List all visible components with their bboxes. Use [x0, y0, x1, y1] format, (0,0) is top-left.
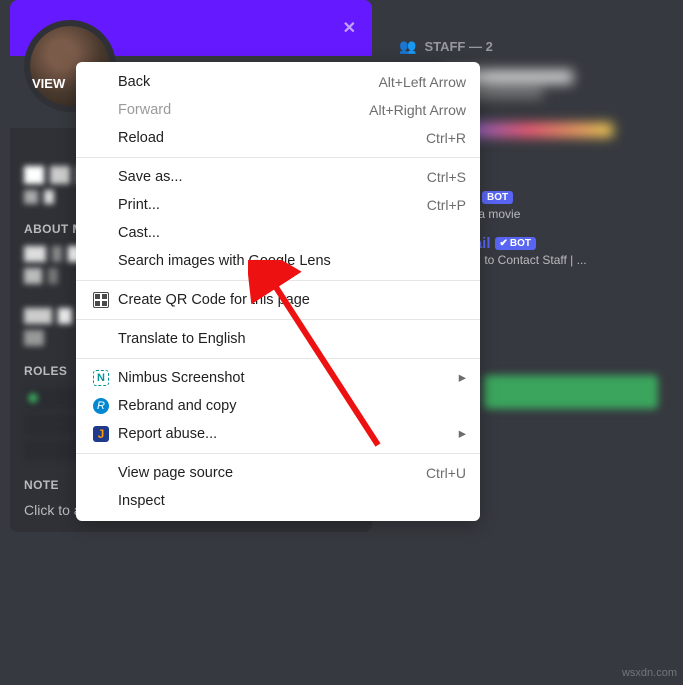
- menu-item-label: Translate to English: [118, 331, 466, 347]
- watermark: wsxdn.com: [622, 667, 677, 679]
- menu-item-translate-to-english[interactable]: Translate to English: [76, 325, 480, 353]
- separator: [76, 157, 480, 158]
- bot-badge: ✔BOT: [495, 237, 537, 250]
- menu-item-label: Inspect: [118, 493, 466, 509]
- view-profile-button[interactable]: VIEW: [32, 76, 65, 91]
- bot-badge: BOT: [482, 191, 513, 204]
- menu-item-print[interactable]: Print...Ctrl+P: [76, 191, 480, 219]
- menu-item-search-images-with-google-lens[interactable]: Search images with Google Lens: [76, 247, 480, 275]
- menu-item-shortcut: Ctrl+S: [427, 169, 466, 185]
- menu-item-nimbus-screenshot[interactable]: N Nimbus Screenshot▸: [76, 364, 480, 392]
- menu-item-label: Search images with Google Lens: [118, 253, 466, 269]
- menu-item-inspect[interactable]: Inspect: [76, 487, 480, 515]
- menu-item-label: Create QR Code for this page: [118, 292, 466, 308]
- menu-item-label: Rebrand and copy: [118, 398, 466, 414]
- close-icon[interactable]: ✕: [343, 18, 356, 38]
- chevron-right-icon: ▸: [459, 426, 466, 442]
- join-voice-button[interactable]: [484, 375, 658, 409]
- menu-item-report-abuse[interactable]: J Report abuse...▸: [76, 420, 480, 448]
- qr-code-icon: [90, 292, 112, 308]
- menu-item-create-qr-code-for-this-page[interactable]: Create QR Code for this page: [76, 286, 480, 314]
- separator: [76, 358, 480, 359]
- menu-item-shortcut: Ctrl+R: [426, 130, 466, 146]
- report-icon: J: [90, 426, 112, 442]
- separator: [76, 453, 480, 454]
- menu-item-label: Nimbus Screenshot: [118, 370, 459, 386]
- separator: [76, 319, 480, 320]
- context-menu: BackAlt+Left ArrowForwardAlt+Right Arrow…: [76, 62, 480, 521]
- check-icon: ✔: [500, 238, 508, 249]
- menu-item-save-as[interactable]: Save as...Ctrl+S: [76, 163, 480, 191]
- menu-item-label: Save as...: [118, 169, 427, 185]
- menu-item-label: Reload: [118, 130, 426, 146]
- menu-item-label: Print...: [118, 197, 427, 213]
- category-label: STAFF — 2: [424, 39, 492, 54]
- menu-item-shortcut: Alt+Left Arrow: [378, 74, 466, 90]
- menu-item-forward: ForwardAlt+Right Arrow: [76, 96, 480, 124]
- rebrand-icon: R: [90, 398, 112, 414]
- menu-item-shortcut: Alt+Right Arrow: [369, 102, 466, 118]
- menu-item-shortcut: Ctrl+P: [427, 197, 466, 213]
- menu-item-shortcut: Ctrl+U: [426, 465, 466, 481]
- menu-item-label: Report abuse...: [118, 426, 459, 442]
- menu-item-view-page-source[interactable]: View page sourceCtrl+U: [76, 459, 480, 487]
- menu-item-rebrand-and-copy[interactable]: R Rebrand and copy: [76, 392, 480, 420]
- menu-item-label: Back: [118, 74, 378, 90]
- menu-item-back[interactable]: BackAlt+Left Arrow: [76, 68, 480, 96]
- role-pill: [24, 388, 84, 408]
- nimbus-icon: N: [90, 370, 112, 386]
- chevron-right-icon: ▸: [459, 370, 466, 386]
- menu-item-label: View page source: [118, 465, 426, 481]
- menu-item-label: Forward: [118, 102, 369, 118]
- category-staff[interactable]: 👥 STAFF — 2: [399, 38, 675, 55]
- menu-item-reload[interactable]: ReloadCtrl+R: [76, 124, 480, 152]
- separator: [76, 280, 480, 281]
- menu-item-label: Cast...: [118, 225, 466, 241]
- menu-item-cast[interactable]: Cast...: [76, 219, 480, 247]
- group-icon: 👥: [399, 38, 416, 55]
